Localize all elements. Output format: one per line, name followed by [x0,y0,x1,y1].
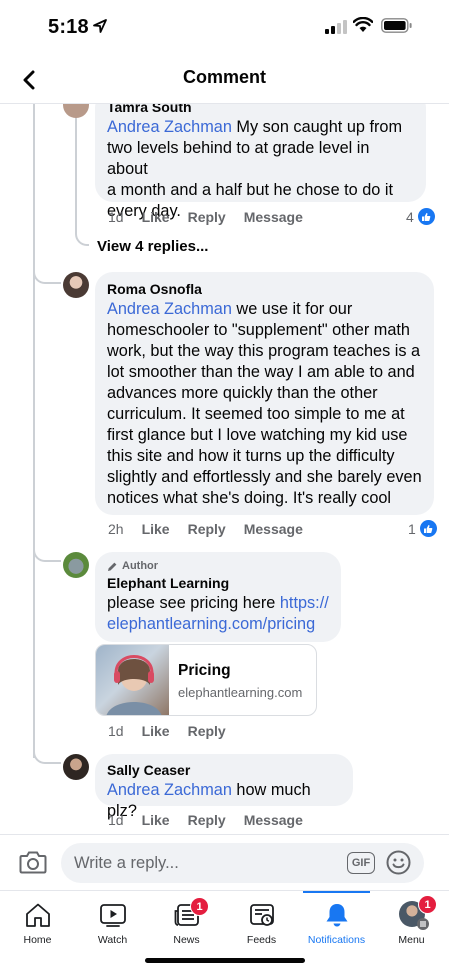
wifi-icon [353,17,373,32]
header: Comment [0,56,449,104]
comment-bubble: Sally Ceaser Andrea Zachman how much plz… [95,754,353,820]
comment-author[interactable]: Elephant Learning [107,574,329,593]
like-button[interactable]: Like [142,723,170,739]
page-title: Comment [182,67,266,87]
view-replies-link[interactable]: View 4 replies... [97,238,208,255]
thread-connector [33,740,61,764]
mention-link[interactable]: Andrea Zachman [107,781,232,799]
reply-button[interactable]: Reply [188,812,226,828]
tab-notifications[interactable]: Notifications [299,891,374,957]
reaction-count[interactable]: 4 [406,208,435,225]
thread-connector [33,540,61,562]
thumbs-up-icon [417,208,435,225]
emoji-icon[interactable] [386,850,411,875]
notification-badge: 1 [190,897,209,916]
tab-feeds[interactable]: Feeds [224,891,299,957]
comment-text: Andrea Zachman My son caught up from two … [107,118,403,220]
feeds-icon [249,904,274,926]
thread-connector [75,224,89,246]
tab-label: Watch [97,934,128,946]
comment-text: please see pricing here https://elephant… [107,594,329,633]
camera-icon[interactable] [19,849,47,875]
thread-connector [33,262,61,284]
comment-bubble: Tamra South Andrea Zachman My son caught… [95,104,426,220]
tab-label: News [173,934,200,946]
comment-bubble: Author Elephant Learning please see pric… [95,552,341,642]
reaction-count[interactable]: 1 [408,520,437,537]
comment-bubble: Roma Osnofla Andrea Zachman we use it fo… [95,272,434,515]
link-preview-card[interactable]: Pricing elephantlearning.com [95,644,317,716]
home-indicator [145,958,305,963]
comment-author[interactable]: Roma Osnofla [107,280,422,299]
battery-icon [381,18,412,33]
bell-icon [326,904,347,927]
tab-label: Feeds [246,934,277,946]
like-button[interactable]: Like [142,812,170,828]
avatar[interactable] [63,104,89,118]
tab-label: Menu [398,934,425,946]
author-badge: Author [107,559,329,574]
notification-badge: 1 [418,895,437,914]
avatar[interactable] [63,754,89,780]
link-domain: elephantlearning.com [178,685,303,700]
comment-time: 1d [108,723,124,739]
tab-watch[interactable]: Watch [75,891,150,957]
reply-button[interactable]: Reply [188,209,226,225]
comment-time: 1d [108,812,124,828]
mention-link[interactable]: Andrea Zachman [107,118,232,136]
comment-time: 2h [108,521,124,537]
comment-thread[interactable]: Tamra South Andrea Zachman My son caught… [0,104,449,834]
tab-label: Home [23,934,52,946]
comment-author[interactable]: Tamra South [107,104,414,117]
message-button[interactable]: Message [244,812,303,828]
status-bar: 5:18 [0,0,449,56]
tab-label: Notifications [307,934,366,946]
gif-button[interactable]: GIF [347,852,375,874]
reply-button[interactable]: Reply [188,723,226,739]
avatar[interactable] [63,272,89,298]
message-button[interactable]: Message [244,521,303,537]
child-with-headphones-image [106,655,162,715]
video-icon [99,904,126,927]
thread-line [33,104,35,758]
comment-actions: 1d Like Reply [108,723,244,739]
tab-menu[interactable]: 1 Menu [374,891,449,957]
avatar[interactable] [63,552,89,578]
pencil-icon [108,562,117,571]
pricing-link[interactable]: elephantlearning.com/pricing [107,615,315,633]
link-thumbnail [96,645,169,715]
comment-author[interactable]: Sally Ceaser [107,761,341,780]
home-icon [25,903,50,927]
status-time: 5:18 [48,16,89,38]
reply-composer: GIF [0,834,449,890]
tab-home[interactable]: Home [0,891,75,957]
comment-actions: 1d Like Reply Message [108,209,321,225]
message-button[interactable]: Message [244,209,303,225]
pricing-link[interactable]: https:// [280,594,329,612]
like-button[interactable]: Like [142,209,170,225]
reply-button[interactable]: Reply [188,521,226,537]
comment-time: 1d [108,209,124,225]
mention-link[interactable]: Andrea Zachman [107,300,232,318]
tab-news[interactable]: 1 News [149,891,224,957]
comment-text: Andrea Zachman we use it for our homescho… [107,300,422,507]
menu-lines-icon [417,918,429,930]
thumbs-up-icon [419,520,437,537]
location-arrow-icon [93,19,107,33]
like-button[interactable]: Like [142,521,170,537]
comment-actions: 2h Like Reply Message [108,521,321,537]
thread-line [75,104,77,232]
comment-actions: 1d Like Reply Message [108,812,321,828]
link-title: Pricing [178,662,231,679]
signal-icon [325,20,347,34]
